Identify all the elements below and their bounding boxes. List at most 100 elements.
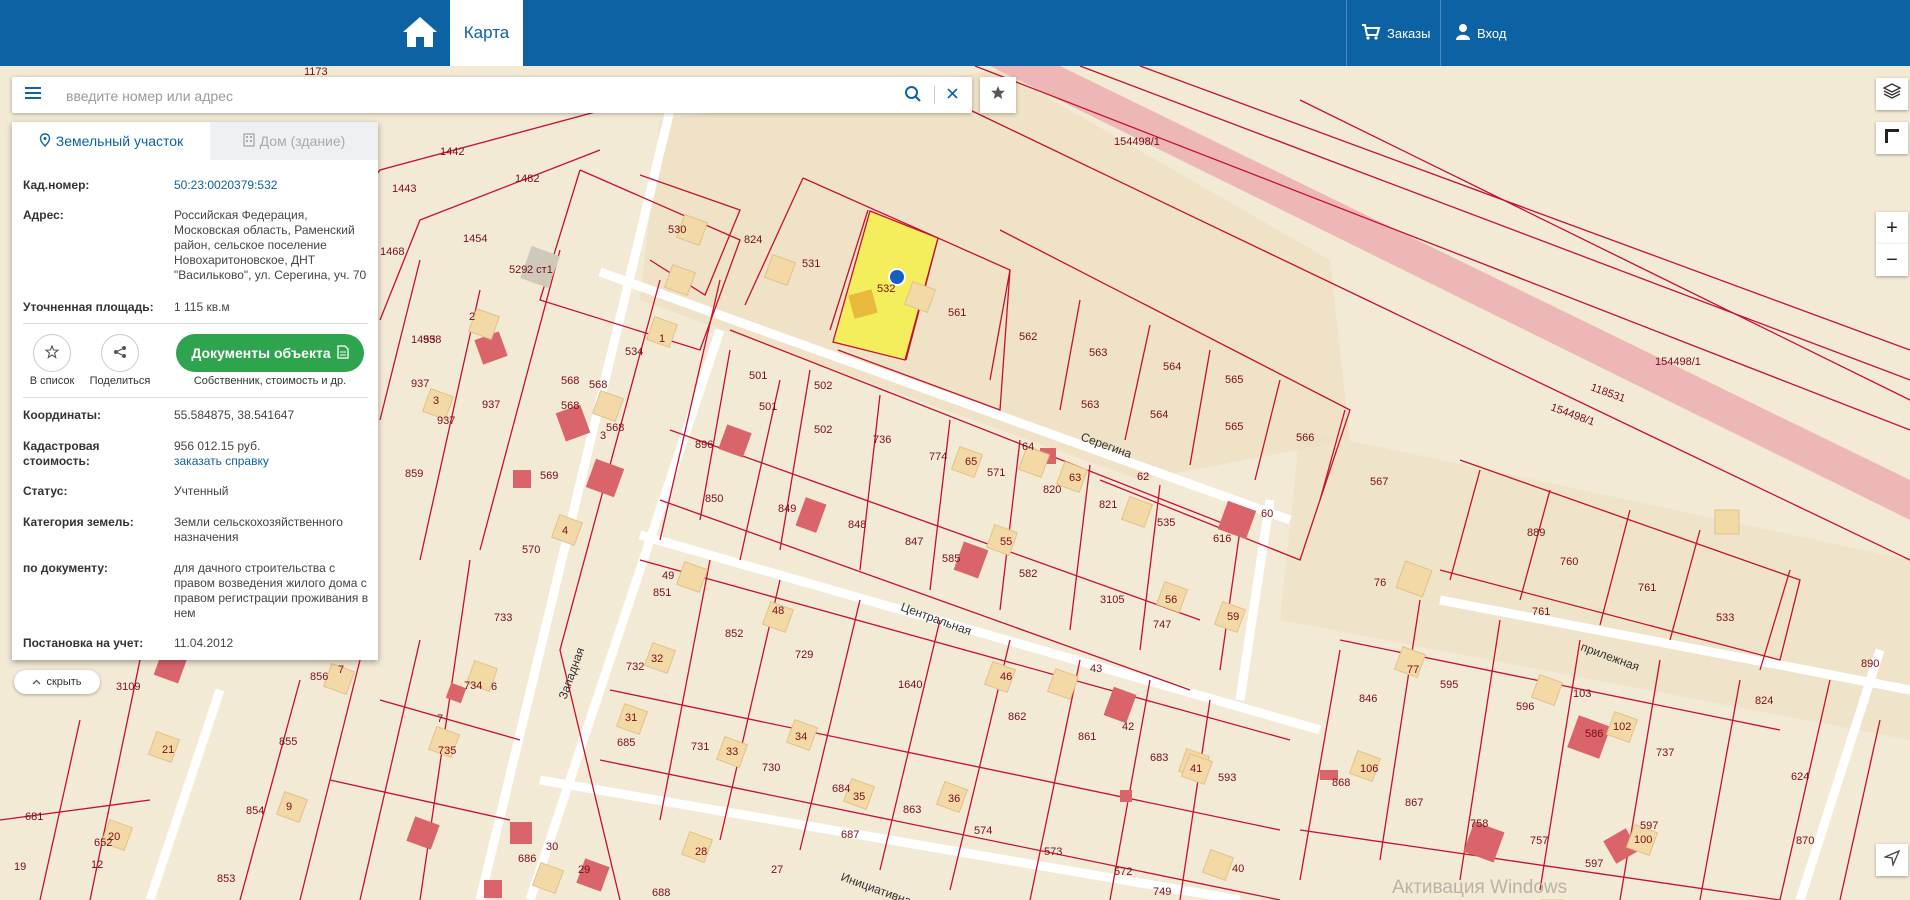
svg-text:1454: 1454 [463, 233, 487, 245]
svg-text:562: 562 [1019, 331, 1037, 343]
svg-text:77: 77 [1407, 664, 1419, 676]
measure-button[interactable] [1876, 122, 1908, 154]
svg-text:3: 3 [600, 430, 606, 442]
clear-icon[interactable] [944, 84, 962, 109]
search-icon[interactable] [904, 85, 922, 108]
svg-text:2: 2 [469, 311, 475, 323]
hide-panel-button[interactable]: скрыть [14, 670, 100, 694]
favorites-button[interactable] [980, 77, 1016, 113]
svg-text:1482: 1482 [515, 173, 539, 185]
svg-text:3109: 3109 [116, 681, 140, 693]
svg-text:43: 43 [1090, 663, 1102, 675]
svg-text:65: 65 [965, 456, 977, 468]
svg-text:7: 7 [338, 664, 344, 676]
tab-map[interactable]: Карта [450, 0, 523, 66]
svg-text:21: 21 [162, 744, 174, 756]
svg-text:730: 730 [762, 762, 780, 774]
svg-text:870: 870 [1796, 835, 1814, 847]
svg-text:774: 774 [929, 451, 947, 463]
search-input[interactable] [64, 81, 898, 111]
svg-text:761: 761 [1532, 606, 1550, 618]
add-to-list-caption: В список [29, 375, 75, 387]
svg-text:889: 889 [1527, 527, 1545, 539]
divider [23, 397, 368, 398]
coords-value: 55.584875, 38.541647 [174, 408, 295, 422]
svg-text:824: 824 [744, 234, 762, 246]
svg-text:563: 563 [1089, 347, 1107, 359]
cost-value: 956 012.15 руб. [174, 439, 261, 453]
svg-text:567: 567 [1370, 476, 1388, 488]
hide-label: скрыть [46, 676, 82, 688]
tab-land-parcel[interactable]: Земельный участок [12, 122, 210, 160]
orders-button[interactable]: Заказы [1346, 0, 1444, 66]
svg-text:572: 572 [1114, 866, 1132, 878]
svg-text:3105: 3105 [1100, 594, 1124, 606]
svg-text:757: 757 [1530, 835, 1548, 847]
svg-text:573: 573 [1044, 846, 1062, 858]
zoom-in-button[interactable]: + [1876, 212, 1908, 244]
status-label: Статус: [23, 484, 68, 498]
svg-text:31: 31 [625, 712, 637, 724]
svg-text:684: 684 [832, 783, 850, 795]
svg-text:535: 535 [1157, 517, 1175, 529]
divider [23, 323, 368, 324]
svg-text:64: 64 [1022, 441, 1034, 453]
svg-text:937: 937 [411, 378, 429, 390]
svg-text:736: 736 [873, 434, 891, 446]
status-row: Статус: Учтенный [23, 484, 368, 499]
document-icon [336, 344, 349, 362]
permitted-use-value: для дачного строительства с правом возве… [174, 561, 369, 620]
svg-text:862: 862 [1008, 711, 1026, 723]
svg-text:731: 731 [691, 741, 709, 753]
object-documents-button[interactable]: Документы объекта [176, 334, 364, 372]
menu-button[interactable] [12, 77, 54, 113]
svg-text:856: 856 [310, 671, 328, 683]
svg-text:6: 6 [491, 681, 497, 693]
svg-text:854: 854 [246, 805, 264, 817]
railway-label: 154498/1 [1114, 136, 1160, 148]
svg-text:937: 937 [482, 399, 500, 411]
layers-button[interactable] [1876, 78, 1908, 110]
area-row: Уточненная площадь: 1 115 кв.м [23, 300, 368, 315]
svg-text:7: 7 [437, 713, 443, 725]
svg-text:595: 595 [1440, 679, 1458, 691]
share-button[interactable] [101, 334, 139, 372]
svg-text:851: 851 [653, 587, 671, 599]
svg-text:624: 624 [1791, 771, 1809, 783]
locate-button[interactable] [1876, 844, 1908, 876]
svg-text:1640: 1640 [898, 679, 922, 691]
share-caption: Поделиться [89, 375, 151, 387]
zoom-out-button[interactable]: − [1876, 244, 1908, 276]
cad-number-value[interactable]: 50:23:0020379:532 [174, 178, 369, 193]
svg-text:561: 561 [948, 307, 966, 319]
svg-text:46: 46 [1000, 671, 1012, 683]
svg-text:593: 593 [1218, 772, 1236, 784]
svg-text:849: 849 [778, 503, 796, 515]
svg-text:586: 586 [1585, 728, 1603, 740]
svg-text:76: 76 [1374, 577, 1386, 589]
svg-text:20: 20 [108, 831, 120, 843]
svg-text:28: 28 [695, 846, 707, 858]
svg-text:896: 896 [695, 439, 713, 451]
svg-text:681: 681 [25, 811, 43, 823]
panel-tabs: Земельный участок Дом (здание) [12, 122, 378, 160]
login-button[interactable]: Вход [1440, 0, 1520, 66]
svg-text:531: 531 [802, 258, 820, 270]
svg-text:685: 685 [617, 737, 635, 749]
order-certificate-link[interactable]: заказать справку [174, 454, 369, 469]
tab-house[interactable]: Дом (здание) [210, 122, 378, 160]
svg-text:563: 563 [1081, 399, 1099, 411]
svg-text:568: 568 [606, 422, 624, 434]
svg-text:529: 529 [509, 264, 527, 276]
svg-text:729: 729 [795, 649, 813, 661]
area-label: Уточненная площадь: [23, 300, 154, 314]
svg-text:852: 852 [725, 628, 743, 640]
category-value: Земли сельскохозяйственного назначения [174, 515, 343, 544]
railway-label: 154498/1 [1655, 356, 1701, 368]
home-icon[interactable] [400, 14, 440, 50]
svg-text:820: 820 [1043, 484, 1061, 496]
svg-text:570: 570 [522, 544, 540, 556]
add-to-list-button[interactable] [33, 334, 71, 372]
svg-text:734: 734 [464, 680, 482, 692]
svg-text:35: 35 [853, 791, 865, 803]
